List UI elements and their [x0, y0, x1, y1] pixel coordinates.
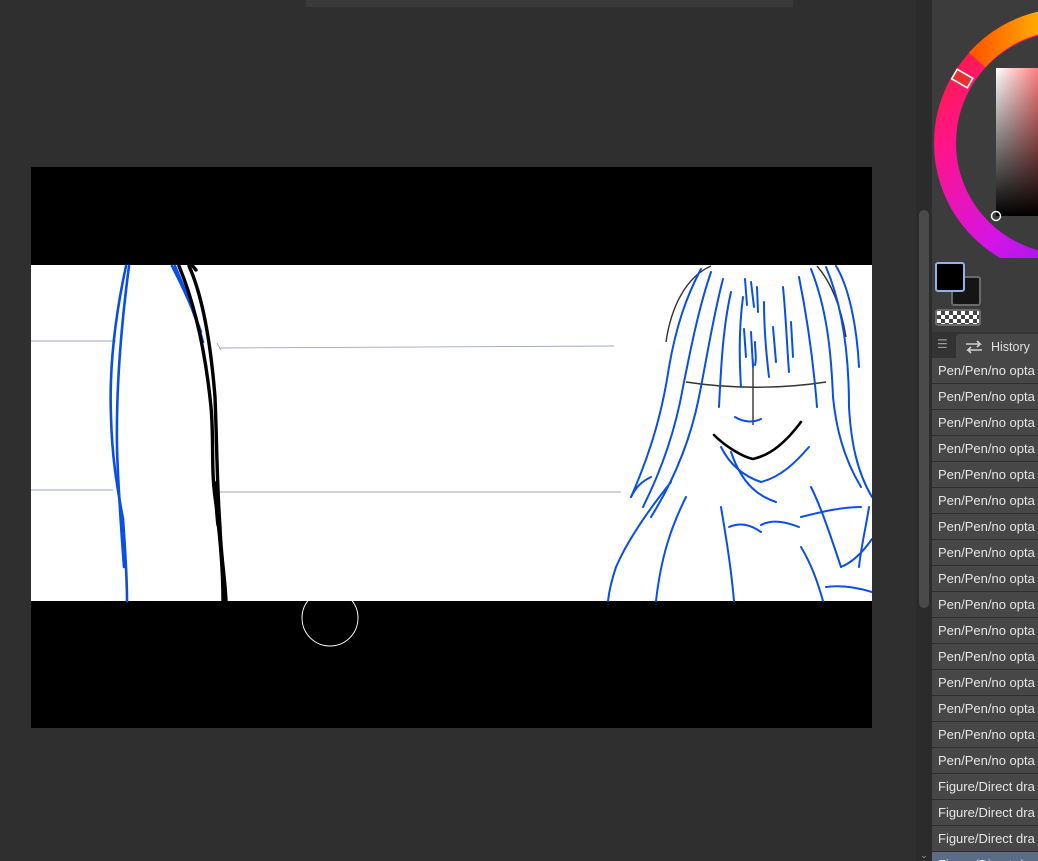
canvas-vertical-scrollbar[interactable]: ⌄ — [916, 0, 932, 861]
history-item[interactable]: Pen/Pen/no opta — [932, 592, 1038, 618]
history-item[interactable]: Pen/Pen/no opta — [932, 670, 1038, 696]
transparent-color-swatch[interactable] — [935, 309, 981, 326]
history-item[interactable]: Figure/Direct dra — [932, 826, 1038, 852]
history-item[interactable]: Pen/Pen/no opta — [932, 566, 1038, 592]
scrollbar-thumb[interactable] — [919, 210, 929, 608]
history-panel-header: ☰ History — [932, 332, 1038, 359]
canvas-workspace[interactable] — [0, 0, 916, 861]
history-item[interactable]: Pen/Pen/no opta — [932, 358, 1038, 384]
history-item[interactable]: Pen/Pen/no opta — [932, 722, 1038, 748]
top-scroll-strip[interactable] — [306, 0, 793, 7]
canvas-artwork — [31, 262, 872, 647]
history-list[interactable]: Pen/Pen/no opta Pen/Pen/no opta Pen/Pen/no… — [932, 358, 1038, 861]
history-item[interactable]: Pen/Pen/no opta — [932, 748, 1038, 774]
history-item[interactable]: Pen/Pen/no opta — [932, 384, 1038, 410]
history-item[interactable]: Pen/Pen/no opta — [932, 696, 1038, 722]
history-item[interactable]: Pen/Pen/no opta — [932, 644, 1038, 670]
drawing-canvas[interactable] — [31, 167, 872, 728]
history-item[interactable]: Pen/Pen/no opta — [932, 436, 1038, 462]
history-item[interactable]: Pen/Pen/no opta — [932, 540, 1038, 566]
history-item[interactable]: Pen/Pen/no opta — [932, 488, 1038, 514]
tab-history[interactable]: History — [956, 334, 1038, 358]
history-item[interactable]: Pen/Pen/no opta — [932, 514, 1038, 540]
color-wheel[interactable] — [932, 0, 1038, 273]
chevron-down-icon[interactable]: ⌄ — [916, 849, 932, 861]
history-item[interactable]: Pen/Pen/no opta — [932, 618, 1038, 644]
history-item[interactable]: Figure/Direct dra — [932, 774, 1038, 800]
history-item[interactable]: Figure/Direct dra — [932, 800, 1038, 826]
history-tab-label: History — [991, 340, 1030, 354]
history-item[interactable]: Pen/Pen/no opta — [932, 410, 1038, 436]
history-item[interactable]: Figure/Direct dra — [932, 852, 1038, 861]
color-swatches — [932, 258, 1038, 332]
history-item[interactable]: Pen/Pen/no opta — [932, 462, 1038, 488]
hamburger-menu-icon[interactable]: ☰ — [937, 337, 949, 351]
main-color-swatch[interactable] — [935, 262, 965, 292]
paper-area — [31, 265, 872, 601]
color-wheel-panel[interactable] — [932, 0, 1038, 273]
history-arrows-icon — [966, 340, 982, 354]
right-side-panel: ☰ History Pen/Pen/no opta Pen/Pen/no opta… — [932, 0, 1038, 861]
